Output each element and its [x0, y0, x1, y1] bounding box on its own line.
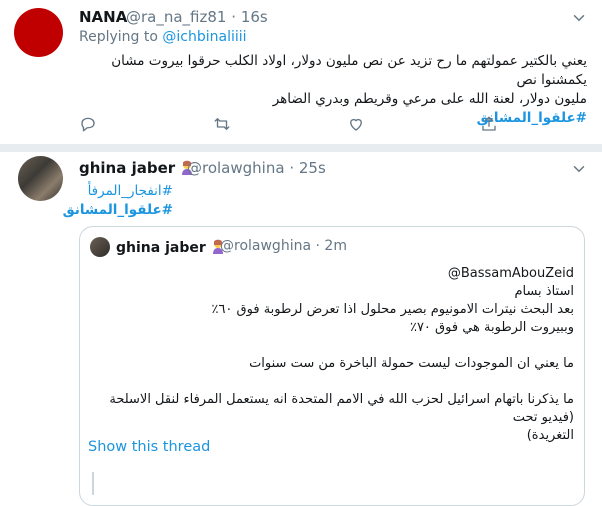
quoted-avatar	[90, 237, 110, 257]
reply-icon[interactable]	[79, 115, 97, 133]
quoted-text-line: ما يذكرنا باتهام اسرائيل لحزب الله في ال…	[109, 392, 574, 425]
timestamp[interactable]: 25s	[299, 159, 326, 177]
tweet-text-line: مليون دولار، لعنة الله على مرعي وقريطم و…	[272, 91, 587, 107]
replying-to: Replying to @ichbinaliiii	[79, 29, 247, 45]
quoted-text-line: ما يعني ان الموجودات ليست حمولة الباخرة …	[249, 356, 574, 371]
hashtag-link[interactable]: #انفجار_المرفأ	[79, 182, 173, 201]
handle-text: @rolawghina	[220, 238, 312, 254]
handle-text: @rolawghina	[187, 159, 285, 177]
reply-mention-link[interactable]: @ichbinaliiii	[162, 29, 246, 45]
quoted-text-line: وببيروت الرطوبة هي فوق ٧٠٪	[409, 320, 574, 335]
quoted-tweet-text: @BassamAbouZeid استاذ بسام بعد البحث نيت…	[90, 265, 574, 445]
author-handle[interactable]: @ra_na_fiz81 · 16s	[126, 8, 268, 26]
tweet-text: يعني بالكتير عمولتهم ما رح تزيد عن نص مل…	[79, 52, 587, 128]
author-name[interactable]: ghina jaber	[79, 159, 194, 177]
chevron-down-icon[interactable]	[570, 160, 588, 178]
quoted-text-line: استاذ بسام	[514, 284, 574, 299]
avatar[interactable]	[14, 8, 63, 57]
separator-dot: ·	[231, 8, 237, 26]
hashtag-link[interactable]: #علقوا_المشانق	[79, 109, 587, 128]
timestamp[interactable]: 16s	[241, 8, 268, 26]
author-handle[interactable]: @rolawghina · 25s	[187, 159, 326, 177]
timestamp: 2m	[324, 238, 347, 254]
separator-dot: ·	[289, 159, 295, 177]
author-name-text: ghina jaber	[79, 159, 176, 177]
tweet-divider	[0, 145, 602, 152]
like-icon[interactable]	[347, 115, 365, 133]
chevron-down-icon[interactable]	[570, 9, 588, 27]
separator-dot: ·	[315, 238, 320, 254]
quoted-text-line: بعد البحث نيترات الامونيوم بصير محلول اذ…	[211, 302, 574, 317]
quoted-author-name-text: ghina jaber	[116, 240, 206, 256]
tweet-hashtags: #انفجار_المرفأ #علقوا_المشانق	[63, 182, 173, 220]
tweet-text-line: يعني بالكتير عمولتهم ما رح تزيد عن نص مل…	[111, 53, 587, 88]
retweet-icon[interactable]	[213, 115, 231, 133]
handle-text: @ra_na_fiz81	[126, 8, 227, 26]
share-icon[interactable]	[480, 115, 498, 133]
thread-connector-line	[92, 472, 94, 495]
show-thread-link[interactable]: Show this thread	[88, 439, 210, 455]
hashtag-link[interactable]: #علقوا_المشانق	[63, 201, 173, 220]
quoted-author-name: ghina jaber	[116, 238, 225, 256]
quoted-author-handle: @rolawghina · 2m	[220, 238, 347, 254]
avatar[interactable]	[18, 156, 63, 201]
replying-label: Replying to	[79, 29, 158, 45]
mention-text: @BassamAbouZeid	[447, 266, 574, 281]
author-name[interactable]: NANA	[79, 8, 127, 26]
